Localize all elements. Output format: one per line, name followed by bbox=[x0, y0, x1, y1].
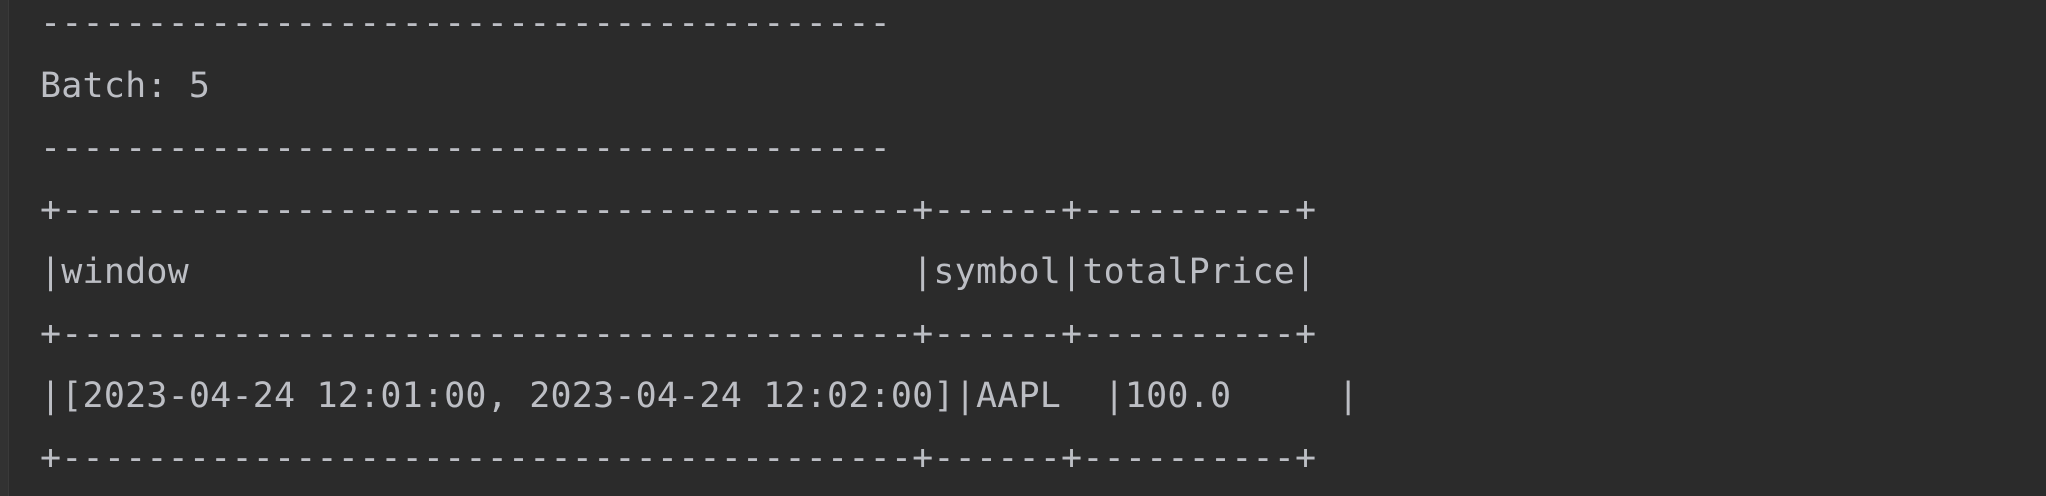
separator-line-top: ---------------------------------------- bbox=[40, 3, 891, 43]
table-border-bottom: +---------------------------------------… bbox=[40, 438, 1317, 478]
table-row: |[2023-04-24 12:01:00, 2023-04-24 12:02:… bbox=[40, 376, 1359, 416]
console-output-panel: ----------------------------------------… bbox=[0, 0, 2046, 496]
batch-label: Batch: 5 bbox=[40, 66, 211, 106]
table-border-middle: +---------------------------------------… bbox=[40, 314, 1317, 354]
table-header-row: |window |symbol|totalPrice| bbox=[40, 252, 1317, 292]
console-gutter bbox=[0, 0, 9, 496]
console-text-area[interactable]: ----------------------------------------… bbox=[40, 0, 2046, 496]
table-border-top: +---------------------------------------… bbox=[40, 190, 1317, 230]
separator-line-bottom: ---------------------------------------- bbox=[40, 128, 891, 168]
